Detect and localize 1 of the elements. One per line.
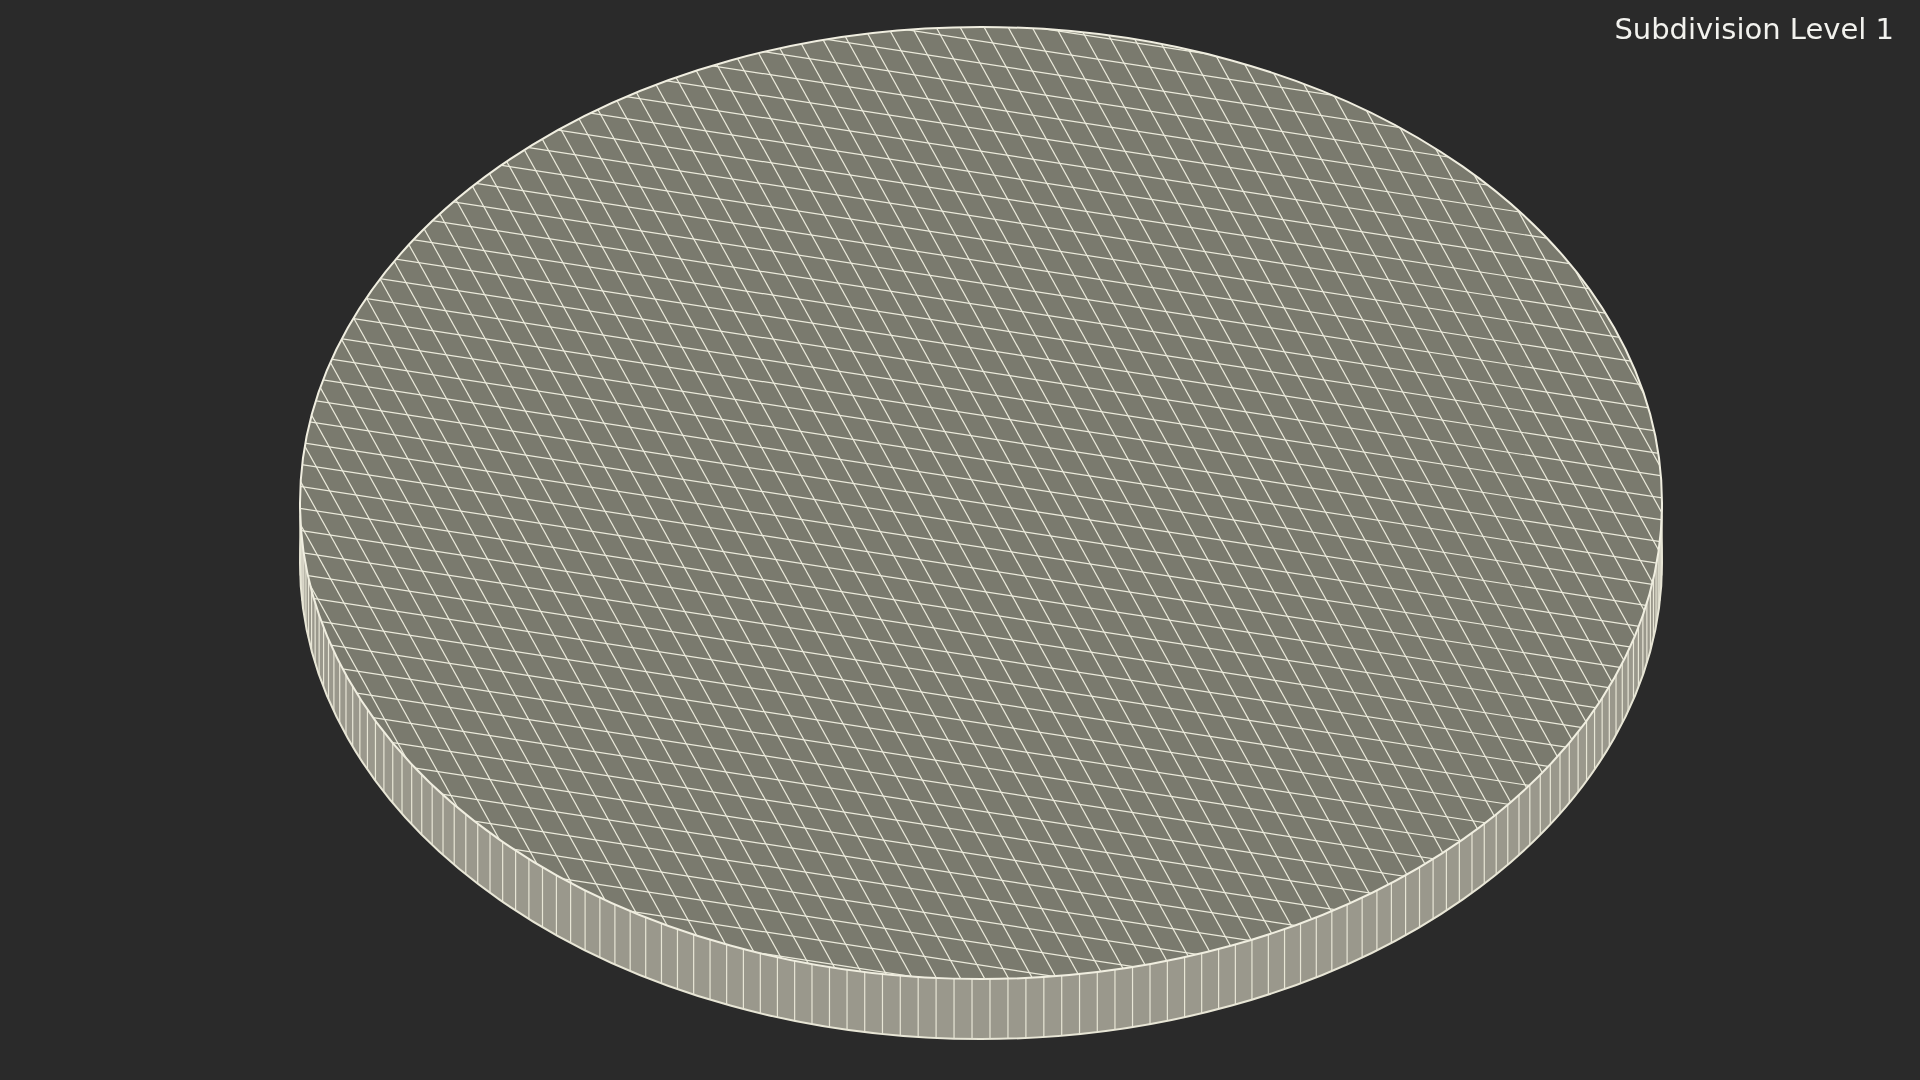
subdivision-level-label: Subdivision Level 1 [1614, 11, 1895, 46]
